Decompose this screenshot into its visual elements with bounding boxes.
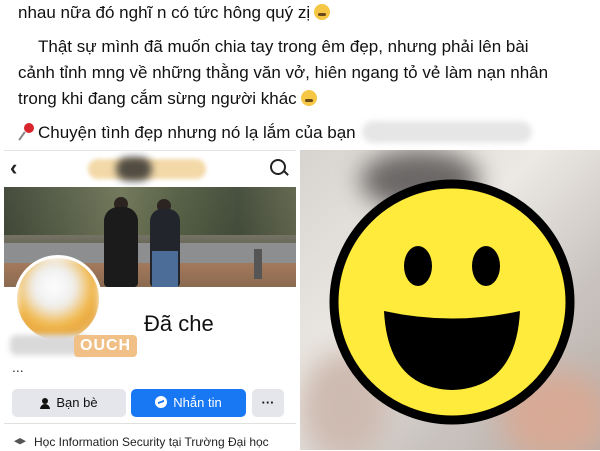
- sad-emoji-icon: [314, 4, 331, 20]
- cover-person: [104, 207, 138, 287]
- blurred-profile-name-overlay: [116, 157, 152, 181]
- cover-person-jeans: [152, 251, 178, 287]
- post-line: Chuyện tình đẹp nhưng nó lạ lắm của bạn: [18, 120, 592, 146]
- blurred-name: [361, 121, 532, 143]
- blurred-photo: [300, 150, 600, 450]
- messenger-icon: [155, 396, 168, 408]
- crying-emoji-icon: [300, 90, 317, 106]
- avatar[interactable]: [14, 255, 102, 343]
- message-button[interactable]: Nhắn tin: [131, 389, 246, 417]
- person-icon: [40, 398, 51, 409]
- post-text: nhau nữa đó nghĩ n có tức hông quý zị Th…: [18, 0, 592, 146]
- bio-ellipsis: ...: [12, 359, 24, 375]
- nickname-label: OUCH: [74, 335, 138, 357]
- post-line: Thật sự mình đã muốn chia tay trong êm đ…: [38, 37, 529, 56]
- pushpin-icon: [18, 123, 34, 141]
- graduation-cap-icon: [14, 438, 26, 445]
- profile-screenshot: ‹ Đã che OUCH ... Bạn bè Nhắn tin ··· Họ…: [4, 150, 296, 451]
- search-icon[interactable]: [270, 159, 286, 175]
- post-line: nhau nữa đó nghĩ n có tức hông quý zị: [18, 0, 592, 26]
- more-button[interactable]: ···: [252, 389, 284, 417]
- smiley-face-icon: [329, 179, 575, 425]
- post-line: cảnh tỉnh mng về những thằng văn vở, hiê…: [18, 63, 549, 82]
- cover-post: [254, 249, 262, 279]
- back-icon[interactable]: ‹: [10, 155, 17, 181]
- post-line: trong khi đang cắm sừng người khác: [18, 86, 592, 112]
- display-name: Đã che: [144, 311, 214, 336]
- divider: [4, 423, 296, 424]
- friends-button[interactable]: Bạn bè: [12, 389, 126, 417]
- profile-topbar: ‹: [4, 151, 296, 187]
- education-info: Học Information Security tại Trường Đại …: [14, 435, 269, 449]
